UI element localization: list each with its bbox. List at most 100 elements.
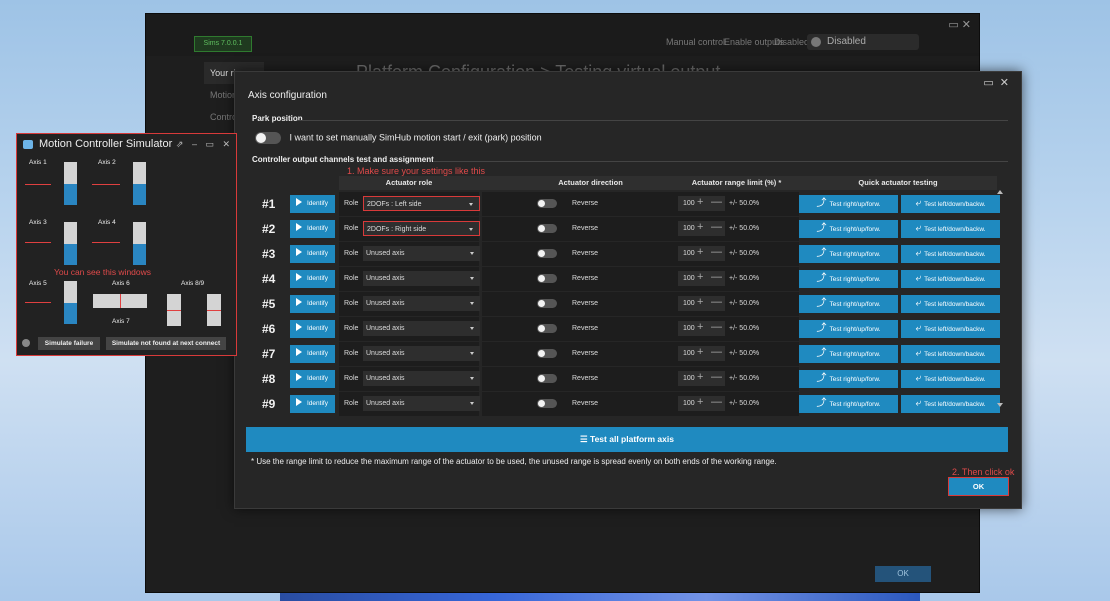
reverse-toggle[interactable]: [537, 374, 557, 383]
role-label: Role: [344, 325, 359, 332]
role-select[interactable]: Unused axis: [363, 321, 480, 336]
range-decrease-button[interactable]: —: [711, 346, 722, 358]
park-position-toggle[interactable]: [255, 132, 281, 144]
header-role: Actuator role: [385, 178, 433, 187]
arrow-up-right-icon: ⤴: [816, 248, 827, 259]
role-select[interactable]: 2DOFs : Left side: [363, 196, 480, 211]
role-select[interactable]: Unused axis: [363, 296, 480, 311]
chevron-down-icon: [470, 327, 474, 330]
reverse-toggle[interactable]: [537, 349, 557, 358]
simulate-failure-button[interactable]: Simulate failure: [38, 337, 100, 350]
park-position-label: I want to set manually SimHub motion sta…: [289, 132, 542, 143]
test-right-up-forw-button[interactable]: ⤴ Test right/up/forw.: [799, 220, 898, 238]
test-right-up-forw-button[interactable]: ⤴ Test right/up/forw.: [799, 245, 898, 263]
identify-button[interactable]: Identify: [290, 395, 335, 413]
test-left-label: Test left/down/backw.: [924, 401, 986, 408]
range-decrease-button[interactable]: —: [711, 371, 722, 383]
scroll-up-arrow[interactable]: [997, 190, 1003, 194]
reverse-toggle[interactable]: [537, 299, 557, 308]
identify-button[interactable]: Identify: [290, 345, 335, 363]
test-left-down-backw-button[interactable]: ⤶ Test left/down/backw.: [901, 220, 1000, 238]
axis-1-label: Axis 1: [29, 159, 47, 166]
range-increase-button[interactable]: +: [697, 221, 703, 233]
reverse-label: Reverse: [572, 225, 599, 232]
test-right-up-forw-button[interactable]: ⤴ Test right/up/forw.: [799, 270, 898, 288]
reverse-toggle[interactable]: [537, 199, 557, 208]
test-right-up-forw-button[interactable]: ⤴ Test right/up/forw.: [799, 295, 898, 313]
test-left-down-backw-button[interactable]: ⤶ Test left/down/backw.: [901, 395, 1000, 413]
test-right-up-forw-button[interactable]: ⤴ Test right/up/forw.: [799, 195, 898, 213]
identify-button[interactable]: Identify: [290, 195, 335, 213]
range-increase-button[interactable]: +: [697, 246, 703, 258]
identify-button[interactable]: Identify: [290, 370, 335, 388]
table-row: #5 Identify Role Unused axis Reverse 100 + — +/-…: [246, 292, 1000, 316]
actuator-table: Actuator role Actuator direction Actuato…: [246, 176, 1003, 416]
range-decrease-button[interactable]: —: [711, 221, 722, 233]
chevron-down-icon: [470, 302, 474, 305]
range-decrease-button[interactable]: —: [711, 296, 722, 308]
test-left-down-backw-button[interactable]: ⤶ Test left/down/backw.: [901, 370, 1000, 388]
test-left-down-backw-button[interactable]: ⤶ Test left/down/backw.: [901, 320, 1000, 338]
scroll-down-arrow[interactable]: [997, 403, 1003, 407]
range-decrease-button[interactable]: —: [711, 196, 722, 208]
test-left-down-backw-button[interactable]: ⤶ Test left/down/backw.: [901, 245, 1000, 263]
identify-button[interactable]: Identify: [290, 220, 335, 238]
play-icon: [296, 348, 302, 356]
range-value: 100: [683, 350, 695, 357]
arrow-down-left-icon: ⤶: [915, 298, 922, 309]
test-right-up-forw-button[interactable]: ⤴ Test right/up/forw.: [799, 370, 898, 388]
role-value: Unused axis: [366, 300, 405, 307]
reverse-toggle[interactable]: [537, 274, 557, 283]
reverse-toggle[interactable]: [537, 324, 557, 333]
ok-button[interactable]: OK: [948, 477, 1009, 496]
identify-button[interactable]: Identify: [290, 320, 335, 338]
range-increase-button[interactable]: +: [697, 371, 703, 383]
test-right-label: Test right/up/forw.: [829, 251, 881, 258]
range-increase-button[interactable]: +: [697, 296, 703, 308]
reverse-toggle[interactable]: [537, 224, 557, 233]
role-select[interactable]: Unused axis: [363, 371, 480, 386]
play-icon: [296, 223, 302, 231]
range-increase-button[interactable]: +: [697, 321, 703, 333]
reverse-toggle[interactable]: [537, 249, 557, 258]
role-label: Role: [344, 350, 359, 357]
range-decrease-button[interactable]: —: [711, 246, 722, 258]
role-select[interactable]: 2DOFs : Right side: [363, 221, 480, 236]
role-select[interactable]: Unused axis: [363, 346, 480, 361]
role-select[interactable]: Unused axis: [363, 396, 480, 411]
role-select[interactable]: Unused axis: [363, 271, 480, 286]
simulator-window-controls[interactable]: ⇗ – ▭ ✕: [176, 139, 230, 150]
test-left-down-backw-button[interactable]: ⤶ Test left/down/backw.: [901, 295, 1000, 313]
simulate-not-found-button[interactable]: Simulate not found at next connect: [106, 337, 226, 350]
range-percent: +/- 50.0%: [729, 400, 760, 407]
range-increase-button[interactable]: +: [697, 271, 703, 283]
role-select[interactable]: Unused axis: [363, 246, 480, 261]
range-decrease-button[interactable]: —: [711, 396, 722, 408]
axis-2-label: Axis 2: [98, 159, 116, 166]
test-right-up-forw-button[interactable]: ⤴ Test right/up/forw.: [799, 320, 898, 338]
arrow-down-left-icon: ⤶: [915, 373, 922, 384]
range-increase-button[interactable]: +: [697, 396, 703, 408]
table-row: #1 Identify Role 2DOFs : Left side Reverse 10…: [246, 192, 1000, 216]
dialog-window-controls[interactable]: ▭✕: [983, 76, 1015, 89]
range-increase-button[interactable]: +: [697, 196, 703, 208]
table-row: #4 Identify Role Unused axis Reverse 100 + — +/-…: [246, 267, 1000, 291]
test-all-axis-button[interactable]: ☰ Test all platform axis: [246, 427, 1008, 452]
identify-button[interactable]: Identify: [290, 270, 335, 288]
main-ok-button[interactable]: OK: [875, 566, 931, 582]
global-disabled-toggle[interactable]: Disabled: [807, 34, 919, 50]
test-left-down-backw-button[interactable]: ⤶ Test left/down/backw.: [901, 345, 1000, 363]
range-increase-button[interactable]: +: [697, 346, 703, 358]
test-left-down-backw-button[interactable]: ⤶ Test left/down/backw.: [901, 195, 1000, 213]
test-left-down-backw-button[interactable]: ⤶ Test left/down/backw.: [901, 270, 1000, 288]
axis-3-bar: [64, 222, 77, 265]
manual-control-button[interactable]: Manual control: [666, 37, 725, 47]
reverse-toggle[interactable]: [537, 399, 557, 408]
test-right-up-forw-button[interactable]: ⤴ Test right/up/forw.: [799, 395, 898, 413]
range-decrease-button[interactable]: —: [711, 321, 722, 333]
identify-button[interactable]: Identify: [290, 245, 335, 263]
main-window-controls[interactable]: ▭ ✕: [948, 18, 971, 31]
range-decrease-button[interactable]: —: [711, 271, 722, 283]
test-right-up-forw-button[interactable]: ⤴ Test right/up/forw.: [799, 345, 898, 363]
identify-button[interactable]: Identify: [290, 295, 335, 313]
